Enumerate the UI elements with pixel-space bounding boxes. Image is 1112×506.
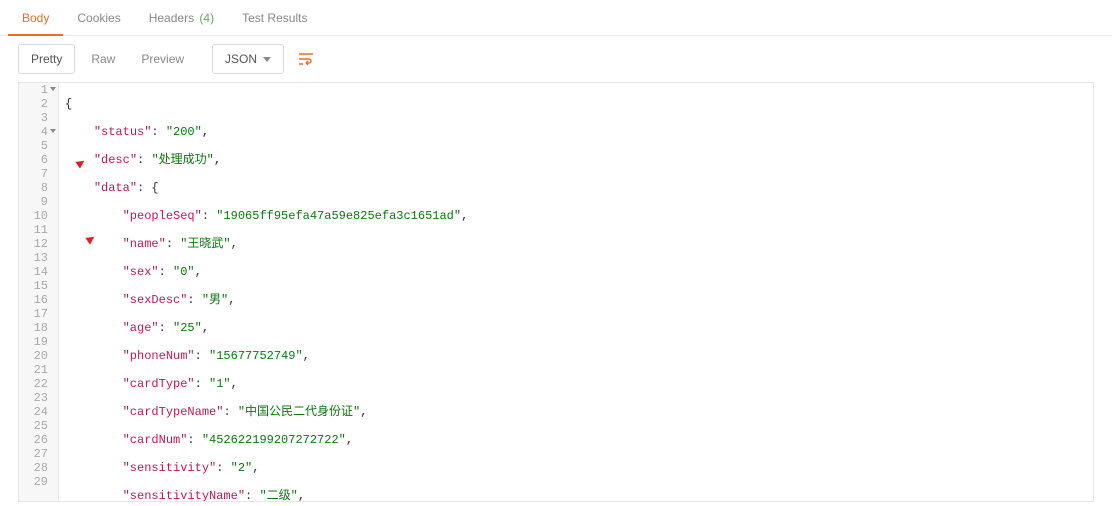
json-key: "status" (94, 125, 152, 139)
response-tabs: Body Cookies Headers (4) Test Results (0, 0, 1112, 36)
json-value: "0" (173, 265, 195, 279)
line-number: 18 (19, 321, 58, 335)
line-number: 20 (19, 349, 58, 363)
json-key: "sex" (123, 265, 159, 279)
pretty-button[interactable]: Pretty (18, 44, 75, 74)
json-key: "data" (94, 181, 137, 195)
json-value: "25" (173, 321, 202, 335)
tab-body[interactable]: Body (8, 0, 63, 36)
tab-cookies[interactable]: Cookies (63, 0, 134, 36)
line-number: 5 (19, 139, 58, 153)
tab-headers[interactable]: Headers (4) (135, 0, 228, 36)
line-number: 22 (19, 377, 58, 391)
json-key: "cardType" (123, 377, 195, 391)
code-content[interactable]: { "status": "200", "desc": "处理成功", "data… (59, 83, 1093, 501)
line-number: 24 (19, 405, 58, 419)
json-value: "452622199207272722" (202, 433, 346, 447)
json-value: "1" (209, 377, 231, 391)
line-number: 29 (19, 475, 58, 489)
json-value: "王晓武" (180, 237, 230, 251)
line-number: 14 (19, 265, 58, 279)
line-number: 11 (19, 223, 58, 237)
response-toolbar: Pretty Raw Preview JSON (0, 36, 1112, 82)
json-key: "cardNum" (123, 433, 188, 447)
line-number: 6 (19, 153, 58, 167)
json-value: "中国公民二代身份证" (238, 405, 360, 419)
chevron-down-icon (263, 57, 271, 62)
json-value: "2" (231, 461, 253, 475)
json-key: "sensitivity" (123, 461, 217, 475)
line-number: 10 (19, 209, 58, 223)
line-number: 1 (19, 83, 58, 97)
preview-button[interactable]: Preview (131, 45, 194, 73)
json-key: "sexDesc" (123, 293, 188, 307)
json-value: "19065ff95efa47a59e825efa3c1651ad" (216, 209, 461, 223)
line-number: 17 (19, 307, 58, 321)
format-label: JSON (225, 52, 257, 66)
fold-icon[interactable] (50, 129, 56, 133)
line-number: 26 (19, 433, 58, 447)
json-value: "200" (166, 125, 202, 139)
line-number: 13 (19, 251, 58, 265)
wrap-lines-icon[interactable] (290, 46, 322, 72)
line-number: 9 (19, 195, 58, 209)
line-number: 2 (19, 97, 58, 111)
line-number: 23 (19, 391, 58, 405)
line-number: 7 (19, 167, 58, 181)
json-editor[interactable]: 1 2 3 4 5 6 7 8 9 10 11 12 13 14 15 16 1… (18, 82, 1094, 502)
json-value: "二级" (259, 489, 297, 502)
line-number: 8 (19, 181, 58, 195)
line-number: 21 (19, 363, 58, 377)
tab-headers-label: Headers (149, 11, 194, 25)
json-key: "age" (123, 321, 159, 335)
json-value: "处理成功" (151, 153, 213, 167)
line-number: 12 (19, 237, 58, 251)
json-value: "15677752749" (209, 349, 303, 363)
line-number: 4 (19, 125, 58, 139)
format-dropdown[interactable]: JSON (212, 44, 284, 74)
brace: { (65, 97, 72, 111)
line-number: 16 (19, 293, 58, 307)
tab-test-results[interactable]: Test Results (228, 0, 321, 36)
raw-button[interactable]: Raw (81, 45, 125, 73)
json-key: "cardTypeName" (123, 405, 224, 419)
line-number: 15 (19, 279, 58, 293)
headers-count: (4) (199, 11, 214, 25)
json-key: "desc" (94, 153, 137, 167)
json-key: "phoneNum" (123, 349, 195, 363)
line-gutter: 1 2 3 4 5 6 7 8 9 10 11 12 13 14 15 16 1… (19, 83, 59, 501)
json-value: "男" (202, 293, 228, 307)
fold-icon[interactable] (50, 87, 56, 91)
json-key: "peopleSeq" (123, 209, 202, 223)
line-number: 27 (19, 447, 58, 461)
line-number: 3 (19, 111, 58, 125)
json-key: "sensitivityName" (123, 489, 245, 502)
line-number: 28 (19, 461, 58, 475)
json-key: "name" (123, 237, 166, 251)
line-number: 25 (19, 419, 58, 433)
line-number: 19 (19, 335, 58, 349)
